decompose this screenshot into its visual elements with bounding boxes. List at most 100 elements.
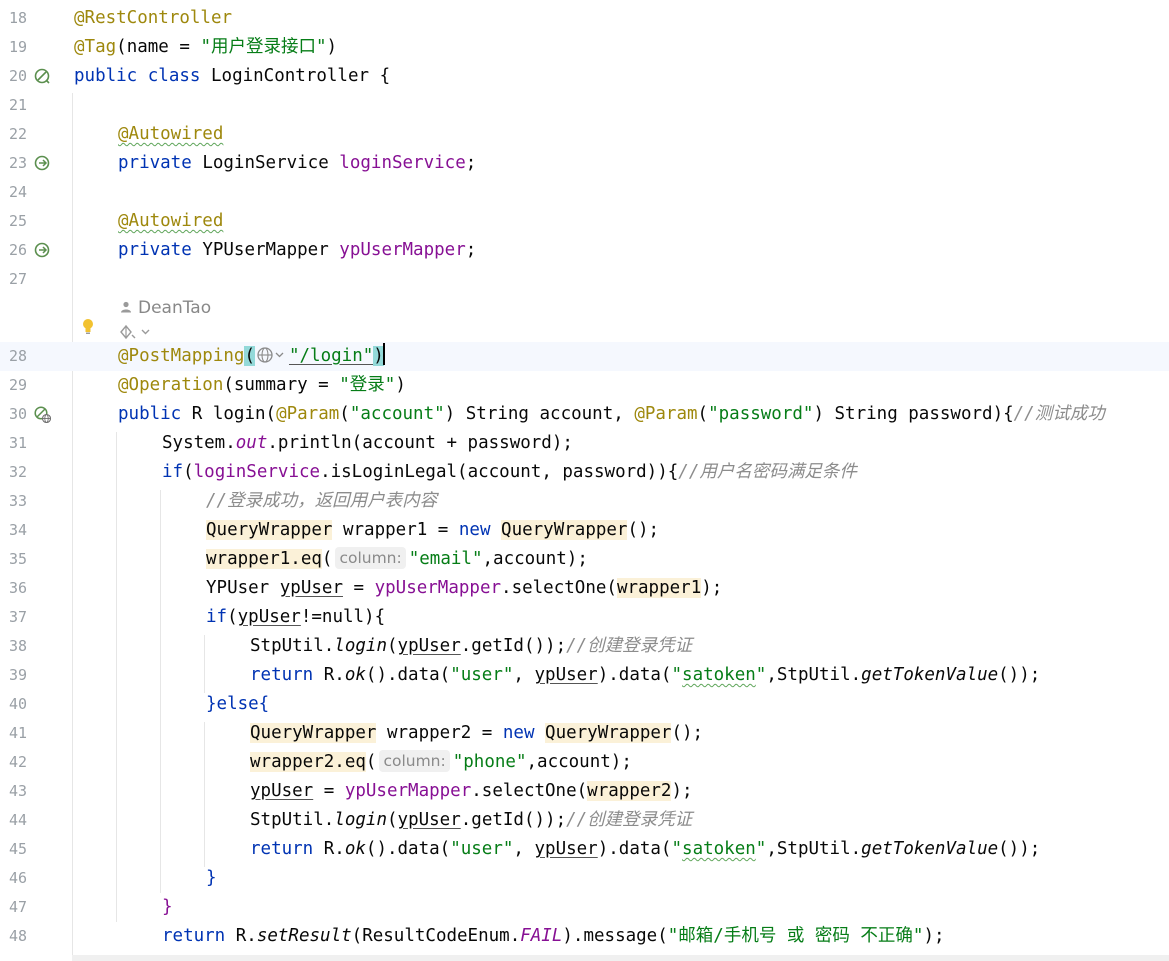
code-line[interactable]: 23 private LoginService loginService; [0, 149, 1169, 178]
code-line[interactable]: 43 ypUser = ypUserMapper.selectOne(wrapp… [0, 777, 1169, 806]
code-line[interactable]: 34 QueryWrapper wrapper1 = new QueryWrap… [0, 516, 1169, 545]
code-text: public class LoginController { [74, 66, 391, 86]
code-line[interactable]: 33 //登录成功，返回用户表内容 [0, 487, 1169, 516]
line-number: 25 [8, 212, 27, 230]
param-hint: column: [379, 750, 450, 772]
code-line[interactable]: 39 return R.ok().data("user", ypUser).da… [0, 661, 1169, 690]
code-text: StpUtil.login(ypUser.getId());//创建登录凭证 [250, 636, 693, 656]
code-line[interactable]: 19 @Tag(name = "用户登录接口") [0, 33, 1169, 62]
code-text: if(loginService.isLoginLegal(account, pa… [162, 462, 857, 482]
line-number: 34 [8, 521, 27, 539]
line-number: 46 [8, 869, 27, 887]
code-line-current[interactable]: 28 @PostMapping("/login") [0, 342, 1169, 371]
code-line[interactable]: 38 StpUtil.login(ypUser.getId());//创建登录凭… [0, 632, 1169, 661]
code-line[interactable]: 18 @RestController [0, 4, 1169, 33]
globe-icon[interactable] [255, 346, 289, 364]
code-line[interactable]: 45 return R.ok().data("user", ypUser).da… [0, 835, 1169, 864]
line-number: 19 [8, 38, 27, 56]
code-line[interactable]: 24 [0, 178, 1169, 207]
line-number: 31 [8, 434, 27, 452]
line-number: 24 [8, 183, 27, 201]
chevron-down-icon [275, 352, 284, 358]
line-number: 32 [8, 463, 27, 481]
line-number: 41 [8, 724, 27, 742]
endpoint-actions[interactable] [118, 322, 152, 342]
line-number: 22 [8, 125, 27, 143]
code-text: //登录成功，返回用户表内容 [206, 491, 438, 511]
line-number: 47 [8, 898, 27, 916]
author-name: DeanTao [138, 298, 212, 318]
code-line[interactable]: 44 StpUtil.login(ypUser.getId());//创建登录凭… [0, 806, 1169, 835]
spring-bean-icon[interactable] [34, 68, 51, 85]
line-number: 33 [8, 492, 27, 510]
code-line[interactable]: 37 if(ypUser!=null){ [0, 603, 1169, 632]
horizontal-scrollbar[interactable] [72, 955, 1169, 961]
code-text: System.out.println(account + password); [162, 433, 573, 453]
code-line[interactable]: 27 [0, 265, 1169, 294]
code-line[interactable]: 30 public R login(@Param("account") Stri… [0, 400, 1169, 429]
code-line[interactable]: 25 @Autowired [0, 207, 1169, 236]
line-number: 38 [8, 637, 27, 655]
line-number: 18 [8, 9, 27, 27]
code-text: private LoginService loginService; [118, 153, 477, 173]
code-text: return R.ok().data("user", ypUser).data(… [250, 839, 1041, 859]
line-number: 27 [8, 270, 27, 288]
code-text: return R.setResult(ResultCodeEnum.FAIL).… [162, 926, 945, 946]
line-number: 29 [8, 376, 27, 394]
code-text: @Tag(name = "用户登录接口") [74, 37, 338, 57]
code-line[interactable]: 29 @Operation(summary = "登录") [0, 371, 1169, 400]
endpoint-icon[interactable] [120, 324, 136, 340]
line-number: 43 [8, 782, 27, 800]
code-line[interactable]: 20 public class LoginController { [0, 62, 1169, 91]
line-number: 20 [8, 67, 27, 85]
line-number: 21 [8, 96, 27, 114]
line-number: 26 [8, 241, 27, 259]
code-text: if(ypUser!=null){ [206, 607, 386, 627]
code-line[interactable]: 47 } [0, 893, 1169, 922]
code-line[interactable]: 32 if(loginService.isLoginLegal(account,… [0, 458, 1169, 487]
code-line[interactable]: 26 private YPUserMapper ypUserMapper; [0, 236, 1169, 265]
autowired-bean-icon[interactable] [34, 155, 51, 172]
code-text: @Autowired [118, 211, 224, 231]
code-line[interactable]: 21 [0, 91, 1169, 120]
line-number: 48 [8, 927, 27, 945]
code-text: private YPUserMapper ypUserMapper; [118, 240, 477, 260]
autowired-bean-icon[interactable] [34, 242, 51, 259]
code-editor[interactable]: 18 @RestController 19 @Tag(name = "用户登录接… [0, 0, 1169, 961]
code-line[interactable]: 41 QueryWrapper wrapper2 = new QueryWrap… [0, 719, 1169, 748]
code-text: ypUser = ypUserMapper.selectOne(wrapper2… [250, 781, 693, 801]
code-text: } [162, 897, 173, 917]
code-text: YPUser ypUser = ypUserMapper.selectOne(w… [206, 578, 723, 598]
code-line[interactable]: 40 }else{ [0, 690, 1169, 719]
line-number: 28 [8, 347, 27, 365]
text-cursor [382, 343, 385, 365]
line-number: 23 [8, 154, 27, 172]
code-line[interactable]: 35 wrapper1.eq(column: "email",account); [0, 545, 1169, 574]
code-text: StpUtil.login(ypUser.getId());//创建登录凭证 [250, 810, 693, 830]
line-number: 30 [8, 405, 27, 423]
code-line[interactable]: 36 YPUser ypUser = ypUserMapper.selectOn… [0, 574, 1169, 603]
code-text: } [206, 868, 217, 888]
code-text: return R.ok().data("user", ypUser).data(… [250, 665, 1041, 685]
code-text: @Autowired [118, 124, 224, 144]
code-text: }else{ [206, 694, 270, 714]
request-mapping-icon[interactable] [34, 406, 51, 423]
line-number: 44 [8, 811, 27, 829]
line-number: 39 [8, 666, 27, 684]
code-text: public R login(@Param("account") String … [118, 404, 1105, 424]
code-vision-author[interactable]: DeanTao [120, 294, 211, 322]
code-line[interactable]: 22 @Autowired [0, 120, 1169, 149]
code-text: QueryWrapper wrapper2 = new QueryWrapper… [250, 723, 704, 743]
chevron-down-icon[interactable] [141, 329, 150, 335]
line-number: 45 [8, 840, 27, 858]
lightbulb-icon[interactable] [82, 318, 94, 336]
code-text: wrapper1.eq(column: "email",account); [206, 547, 588, 569]
user-icon [121, 301, 131, 313]
line-number: 37 [8, 608, 27, 626]
code-line[interactable]: 46 } [0, 864, 1169, 893]
code-line[interactable]: 42 wrapper2.eq(column: "phone",account); [0, 748, 1169, 777]
code-line[interactable]: 31 System.out.println(account + password… [0, 429, 1169, 458]
code-text: wrapper2.eq(column: "phone",account); [250, 750, 632, 772]
line-number: 42 [8, 753, 27, 771]
code-line[interactable]: 48 return R.setResult(ResultCodeEnum.FAI… [0, 922, 1169, 951]
